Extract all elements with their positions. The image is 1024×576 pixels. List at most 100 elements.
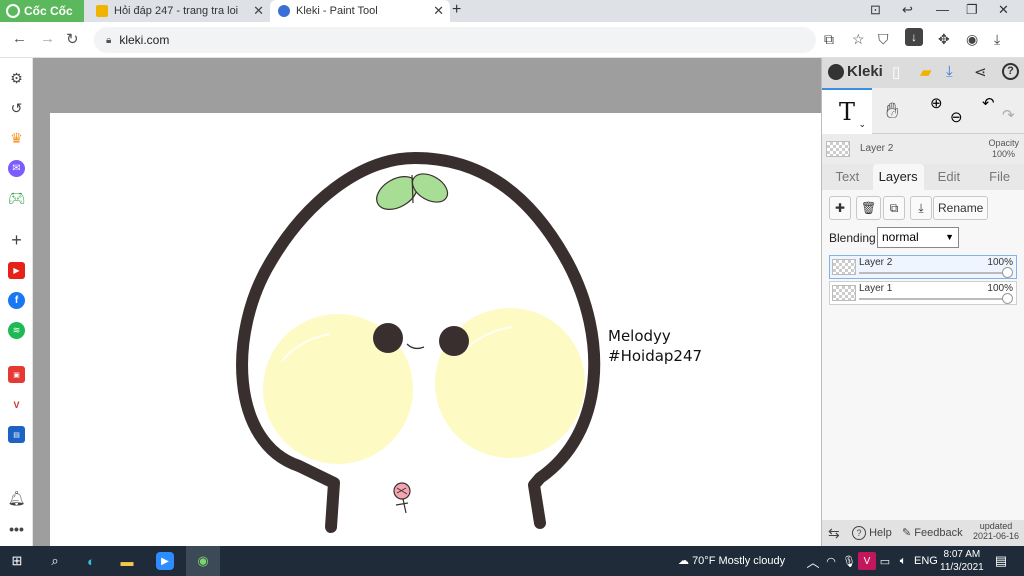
back-button[interactable]: ← <box>12 30 27 47</box>
tab-edit[interactable]: Edit <box>924 164 975 190</box>
updated-date: 2021-06-16 <box>972 531 1019 541</box>
new-image-icon[interactable]: ▯ <box>892 63 900 81</box>
layer-item[interactable]: Layer 1 100% <box>829 281 1017 305</box>
layer-item[interactable]: Layer 2 100% <box>829 255 1017 279</box>
screenshot-icon[interactable]: ⊡ <box>870 2 881 18</box>
vivaldi-tray-icon[interactable]: V <box>858 552 876 570</box>
tab-text[interactable]: Text <box>822 164 873 190</box>
reload-button[interactable]: ↻ <box>66 30 79 48</box>
feedback-pencil-icon: ✎ <box>902 527 912 539</box>
tab-title: Hỏi đáp 247 - trang tra loi <box>114 5 239 17</box>
feedback-link[interactable]: ✎ Feedback <box>902 526 963 539</box>
rename-button[interactable]: Rename <box>933 196 989 220</box>
new-tab-button[interactable]: + <box>452 1 461 19</box>
vtv-icon[interactable]: V <box>8 396 25 413</box>
text-tool-button[interactable]: T ⌄ <box>822 88 872 134</box>
updated-label: updated <box>979 521 1013 531</box>
add-shortcut-icon[interactable]: + <box>8 230 25 250</box>
opacity-label: Opacity <box>988 138 1019 148</box>
more-options-icon[interactable]: ••• <box>8 520 25 537</box>
tab-file[interactable]: File <box>974 164 1024 190</box>
facebook-icon[interactable]: f <box>8 292 25 309</box>
help-link[interactable]: ? Help <box>852 526 892 540</box>
add-layer-button[interactable]: ✚ <box>829 196 851 220</box>
lock-icon: 🔒︎ <box>106 34 112 46</box>
edge-icon[interactable]: ◐ <box>82 552 100 570</box>
layer-opacity-slider[interactable] <box>859 298 1009 300</box>
microphone-icon[interactable]: 🎙︎ <box>840 552 858 570</box>
notification-center-icon[interactable]: ▤ <box>992 552 1010 570</box>
translate-icon[interactable]: ⧉ <box>824 31 834 48</box>
swap-sides-icon[interactable]: ⇆ <box>828 525 840 542</box>
spotify-icon[interactable]: ≋ <box>8 322 25 339</box>
zoom-app-icon[interactable]: ▶ <box>156 552 174 570</box>
save-download-icon[interactable]: ⤓ <box>946 63 953 80</box>
close-tab-icon[interactable]: ✕ <box>253 3 264 19</box>
tab-layers[interactable]: Layers <box>872 164 924 190</box>
show-hidden-icons-chevron-icon[interactable]: ︿ <box>804 552 822 570</box>
bookmark-star-icon[interactable]: ☆ <box>852 31 865 48</box>
hand-tool-icon[interactable]: ✋︎ <box>886 98 899 124</box>
clock-date: 11/3/2021 <box>940 562 984 573</box>
layer-name: Layer 2 <box>859 257 893 268</box>
volume-icon[interactable]: 🔈︎ <box>894 552 912 570</box>
back-to-icon[interactable]: ↩ <box>902 2 913 18</box>
help-icon[interactable]: ? <box>1002 63 1019 80</box>
layer-name: Layer 1 <box>859 283 893 294</box>
slider-handle[interactable] <box>1002 267 1013 278</box>
merge-layer-button[interactable]: ⤓ <box>910 196 932 220</box>
address-bar[interactable]: 🔒︎ kleki.com <box>94 27 816 53</box>
extensions-icon[interactable]: ✥ <box>938 31 950 48</box>
clock[interactable]: 8:07 AM 11/3/2021 <box>940 548 984 574</box>
network-icon[interactable]: ▭ <box>876 552 894 570</box>
undo-icon[interactable]: ↶ <box>982 94 995 112</box>
history-icon[interactable]: ↺ <box>8 100 25 117</box>
crown-icon[interactable]: ♛ <box>8 130 25 147</box>
downloads-tray-icon[interactable]: ⤓ <box>994 31 1000 48</box>
zoom-out-icon[interactable]: ⊖ <box>950 108 963 126</box>
open-folder-icon[interactable]: ▰ <box>920 63 932 81</box>
slider-handle[interactable] <box>1002 293 1013 304</box>
search-icon[interactable]: ⌕ <box>46 552 64 570</box>
updated-info: updated 2021-06-16 <box>973 521 1019 541</box>
file-explorer-icon[interactable]: ▬ <box>118 552 136 570</box>
close-tab-icon[interactable]: ✕ <box>433 3 444 19</box>
canvas-viewport[interactable]: Melodyy #Hoidap247 <box>33 58 821 546</box>
shopping-icon[interactable]: ▣ <box>8 366 25 383</box>
current-layer-name: Layer 2 <box>860 143 894 154</box>
duplicate-layer-button[interactable]: ⧉ <box>883 196 905 220</box>
settings-gear-icon[interactable]: ⚙ <box>8 70 25 87</box>
zoom-in-icon[interactable]: ⊕ <box>930 94 943 112</box>
download-icon[interactable]: ↓ <box>905 28 923 46</box>
game-controller-icon[interactable]: 🎮︎ <box>8 190 26 207</box>
restore-button[interactable]: ❐ <box>966 2 978 18</box>
blending-select[interactable]: normal ▼ <box>877 227 959 248</box>
redo-icon[interactable]: ↷ <box>1002 106 1015 124</box>
sale-icon[interactable]: ▤ <box>8 426 25 443</box>
weather-text: 70°F Mostly cloudy <box>692 555 786 567</box>
windows-start-icon[interactable]: ⊞ <box>8 552 26 570</box>
forward-button[interactable]: → <box>40 30 55 47</box>
browser-brand[interactable]: Cốc Cốc <box>0 0 84 22</box>
profile-icon[interactable]: ◉ <box>966 31 978 48</box>
share-icon[interactable]: ⋖ <box>974 63 987 81</box>
tab-hoidap[interactable]: Hỏi đáp 247 - trang tra loi ✕ <box>88 0 270 22</box>
close-window-button[interactable]: ✕ <box>998 2 1009 18</box>
delete-layer-button[interactable]: 🗑︎ <box>856 196 882 220</box>
weather-widget[interactable]: ☁ 70°F Mostly cloudy <box>678 554 785 567</box>
tab-kleki[interactable]: Kleki - Paint Tool ✕ <box>270 0 450 22</box>
navigation-bar: ← → ↻ 🔒︎ kleki.com ⧉ ☆ ⛉ ↓ ✥ ◉ ⤓ <box>0 22 1024 58</box>
notifications-bell-icon[interactable]: 🔔︎ <box>8 490 26 507</box>
messenger-icon[interactable]: ✉ <box>8 160 25 177</box>
drawing-canvas[interactable]: Melodyy #Hoidap247 <box>50 113 821 546</box>
coccoc-taskbar-icon[interactable]: ◉ <box>186 546 220 576</box>
layer-opacity-slider[interactable] <box>859 272 1009 274</box>
kleki-logo[interactable]: Kleki <box>828 63 883 80</box>
taskbar: ⊞ ⌕ ◐ ▬ ▶ ◉ ☁ 70°F Mostly cloudy ︿ ◠ 🎙︎ … <box>0 546 1024 576</box>
layer-thumbnail <box>832 285 856 301</box>
youtube-icon[interactable]: ▶ <box>8 262 25 279</box>
wifi-icon[interactable]: ◠ <box>822 552 840 570</box>
minimize-button[interactable]: — <box>936 2 949 17</box>
language-indicator[interactable]: ENG <box>914 555 938 567</box>
shield-icon[interactable]: ⛉ <box>878 31 889 48</box>
